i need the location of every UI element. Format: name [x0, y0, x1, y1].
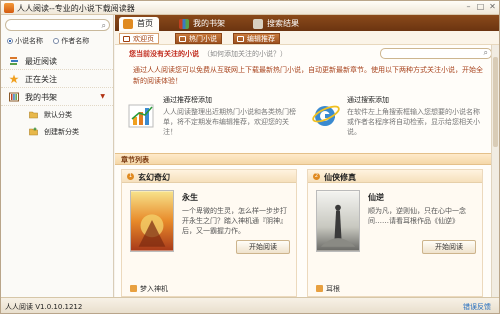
method-search: 通过搜索添加 在软件左上角搜索框输入您想要的小说名称或作者名程序将自动检索，显示… — [311, 95, 487, 151]
radio-book-name[interactable] — [7, 38, 13, 44]
tab-bookshelf[interactable]: 我的书架 — [175, 17, 231, 31]
nav-item-label: 最近阅读 — [25, 57, 57, 66]
subtab-label: 热门小说 — [189, 35, 217, 43]
category-badge: 2 — [313, 173, 320, 180]
browser-search-icon — [312, 105, 340, 126]
tab-label: 搜索结果 — [267, 19, 299, 28]
radio-author-name-label[interactable]: 作者名称 — [61, 37, 89, 45]
intro-text: 通过人人阅读您可以免费从互联网上下载最新热门小说，自动更新最新章节。使用以下两种… — [133, 66, 483, 85]
page-icon — [237, 36, 244, 42]
subtab-hot-novels[interactable]: 热门小说 — [175, 33, 222, 44]
subtab-welcome[interactable]: 欢迎页 — [119, 33, 159, 44]
category-title[interactable]: 仙侠修真 — [324, 172, 356, 183]
search-icon[interactable]: ⌕ — [102, 20, 106, 31]
category-title[interactable]: 玄幻奇幻 — [138, 172, 170, 183]
app-logo-icon — [4, 3, 14, 13]
card-footer: 梦入神机 — [130, 284, 168, 294]
page-icon — [123, 36, 130, 42]
search-type-radios: 小说名称 作者名称 — [7, 36, 113, 46]
method-title: 通过搜索添加 — [347, 96, 389, 104]
scrollbar-thumb[interactable] — [493, 57, 498, 147]
nav-item-label: 正在关注 — [25, 75, 57, 84]
method-desc: 在软件左上角搜索框输入您想要的小说名称或作者名程序将自动检索，显示给您相关小说。 — [347, 108, 480, 136]
chart-icon — [128, 104, 154, 128]
content-scrollbar[interactable] — [491, 45, 499, 297]
book-cover-image[interactable] — [316, 190, 360, 252]
nav-item-following[interactable]: 正在关注 — [1, 70, 113, 88]
nav-item-label: 我的书架 — [25, 93, 57, 102]
start-reading-button[interactable]: 开始阅读 — [236, 240, 290, 254]
book-search-input[interactable]: ⌕ — [5, 19, 110, 31]
maximize-button[interactable]: □ — [475, 2, 486, 12]
window-title: 人人阅读--专业的小说下载阅读器 — [17, 4, 135, 13]
method-desc: 人人阅读整理出近期热门小说和各类热门榜单，将不定期发布编辑推荐，欢迎您的关注！ — [163, 108, 296, 136]
author-icon — [316, 285, 323, 292]
subtab-label: 欢迎页 — [133, 35, 154, 43]
card-header: 1 玄幻奇幻 — [122, 170, 296, 183]
tab-search-results[interactable]: 搜索结果 — [249, 17, 305, 31]
home-icon — [123, 19, 133, 29]
how-to-follow-link[interactable]: （如何添加关注的小说？） — [203, 50, 287, 58]
version-label: 人人阅读 V1.0.10.1212 — [5, 303, 83, 311]
subtab-label: 编辑推荐 — [247, 35, 275, 43]
radio-author-name[interactable] — [53, 38, 60, 44]
title-bar: 人人阅读--专业的小说下载阅读器 – □ ✕ — [1, 1, 499, 15]
category-badge: 1 — [127, 173, 134, 180]
minimize-button[interactable]: – — [463, 2, 474, 12]
expand-arrow-icon[interactable]: ▼ — [100, 93, 105, 100]
book-cover-image[interactable] — [130, 190, 174, 252]
bookshelf-icon — [179, 19, 189, 29]
nav-item-bookshelf[interactable]: 我的书架 ▼ — [1, 88, 113, 106]
left-panel: ⌕ 小说名称 作者名称 最近阅读 正在关注 我的书架 ▼ 默认分类 创建新分类 — [1, 15, 114, 297]
book-title[interactable]: 仙逆 — [368, 192, 384, 203]
welcome-content: 您当前没有关注的小说 （如何添加关注的小说？） 通过人人阅读您可以免费从互联网上下… — [115, 45, 491, 297]
card-footer: 耳根 — [316, 284, 340, 294]
bookshelf-icon — [9, 92, 19, 102]
main-panel: 首页 我的书架 搜索结果 欢迎页 热门小说 编辑推荐 ⌕ 您当前没有关注的小说 … — [115, 15, 499, 297]
app-window: 人人阅读--专业的小说下载阅读器 – □ ✕ ⌕ 小说名称 作者名称 最近阅读 … — [0, 0, 500, 314]
card-header: 2 仙侠修真 — [308, 170, 482, 183]
author-name[interactable]: 耳根 — [326, 285, 340, 293]
notice-title: 您当前没有关注的小说 — [129, 50, 199, 58]
book-description: 一个卑微的生灵，怎么样一步步打开永生之门？踏入神机通『阴神』后，又一霸握力作。 — [182, 207, 287, 235]
sub-tab-bar: 欢迎页 热门小说 编辑推荐 ⌕ — [115, 31, 499, 59]
book-card: 1 玄幻奇幻 永生 一个卑微的生灵，怎么样一步步打开永生之门？踏入神机通『阴神』… — [121, 169, 297, 297]
method-title: 通过推荐榜添加 — [163, 96, 212, 104]
book-card: 2 仙侠修真 仙逆 顺为凡，逆则仙，只在心中一念间……请看耳根作品《仙逆》 开始… — [307, 169, 483, 297]
sub-item-label: 默认分类 — [44, 111, 72, 119]
folder-icon — [29, 111, 38, 119]
page-icon — [179, 36, 186, 42]
tab-label: 首页 — [137, 19, 153, 28]
tab-label: 我的书架 — [193, 19, 225, 28]
start-reading-button[interactable]: 开始阅读 — [422, 240, 476, 254]
error-feedback-link[interactable]: 错误反馈 — [463, 302, 491, 312]
author-name[interactable]: 梦入神机 — [140, 285, 168, 293]
book-description: 顺为凡，逆则仙，只在心中一念间……请看耳根作品《仙逆》 — [368, 207, 466, 225]
search-results-icon — [253, 19, 263, 29]
sub-item-create-category[interactable]: 创建新分类 — [1, 123, 113, 140]
book-stack-icon — [10, 57, 18, 65]
nav-item-recent[interactable]: 最近阅读 — [1, 52, 113, 70]
radio-book-name-label[interactable]: 小说名称 — [15, 37, 43, 45]
status-bar: 人人阅读 V1.0.10.1212 错误反馈 — [1, 297, 499, 313]
author-icon — [130, 285, 137, 292]
section-title: 章节列表 — [121, 156, 149, 164]
book-title[interactable]: 永生 — [182, 192, 198, 203]
chapter-list-header: 章节列表 — [115, 153, 491, 165]
tab-home[interactable]: 首页 — [119, 17, 159, 31]
close-button[interactable]: ✕ — [487, 2, 498, 12]
sub-item-label: 创建新分类 — [44, 128, 79, 136]
tab-bar: 首页 我的书架 搜索结果 — [115, 15, 499, 31]
subtab-editor-picks[interactable]: 编辑推荐 — [233, 33, 280, 44]
left-nav: 最近阅读 正在关注 我的书架 ▼ 默认分类 创建新分类 — [1, 52, 113, 140]
no-followed-notice: 您当前没有关注的小说 （如何添加关注的小说？） — [129, 49, 287, 59]
new-folder-icon — [29, 127, 38, 136]
star-icon — [9, 74, 19, 84]
method-recommend: 通过推荐榜添加 人人阅读整理出近期热门小说和各类热门榜单，将不定期发布编辑推荐，… — [127, 95, 303, 151]
sub-item-default-category[interactable]: 默认分类 — [1, 106, 113, 123]
